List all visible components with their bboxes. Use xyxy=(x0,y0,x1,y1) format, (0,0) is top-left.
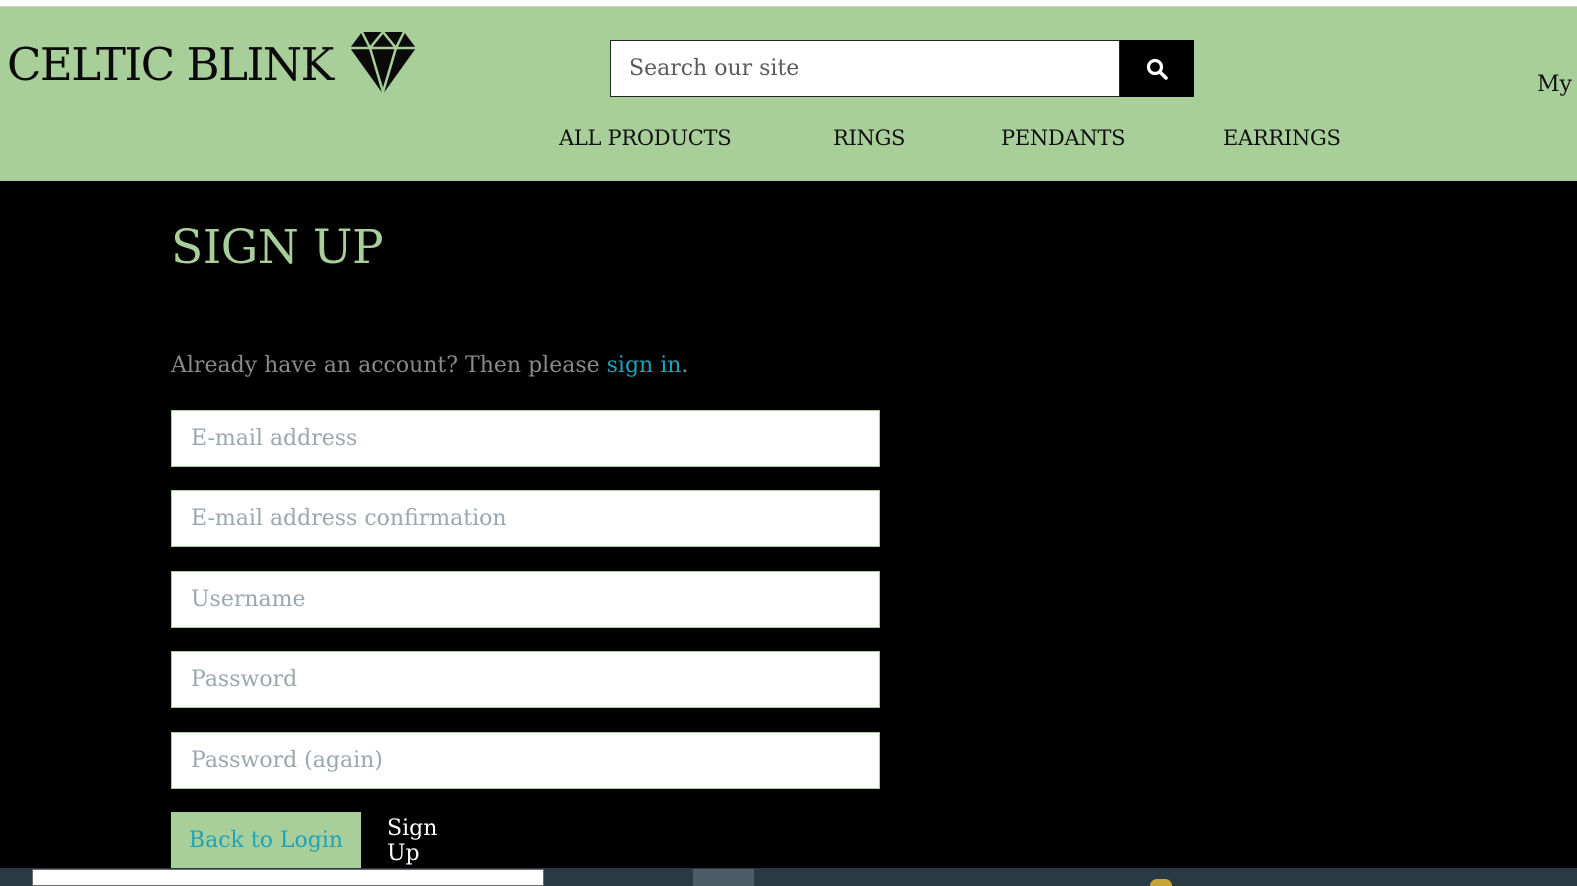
taskbar-search-box[interactable] xyxy=(32,869,544,886)
my-account-link[interactable]: My xyxy=(1537,72,1572,97)
signin-prompt: Already have an account? Then please sig… xyxy=(171,353,688,378)
password-again-field[interactable] xyxy=(171,732,880,789)
brand-logo-link[interactable]: CELTIC BLINK xyxy=(7,29,420,99)
os-taskbar xyxy=(0,868,1577,886)
browser-top-edge xyxy=(0,0,1577,7)
site-search-form xyxy=(610,40,1194,97)
nav-rings[interactable]: RINGS xyxy=(833,126,905,150)
signin-prompt-end: . xyxy=(681,353,689,378)
search-button[interactable] xyxy=(1120,40,1194,97)
username-field[interactable] xyxy=(171,571,880,628)
sign-up-button[interactable]: Sign Up xyxy=(371,812,491,869)
page-title: SIGN UP xyxy=(171,220,384,275)
site-header: CELTIC BLINK My ALL PRODUCTS RINGS PENDA… xyxy=(0,7,1577,181)
password-field[interactable] xyxy=(171,651,880,708)
search-input[interactable] xyxy=(610,40,1120,97)
sign-in-link[interactable]: sign in xyxy=(607,353,682,378)
signin-prompt-text: Already have an account? Then please xyxy=(171,353,607,378)
taskbar-app-icon[interactable] xyxy=(1150,879,1172,886)
diamond-gem-icon xyxy=(349,29,416,96)
nav-pendants[interactable]: PENDANTS xyxy=(1001,126,1126,150)
taskbar-app-tile[interactable] xyxy=(693,869,754,886)
email-field[interactable] xyxy=(171,410,880,467)
nav-all-products[interactable]: ALL PRODUCTS xyxy=(559,126,732,150)
brand-name: CELTIC BLINK xyxy=(7,37,334,91)
back-to-login-button[interactable]: Back to Login xyxy=(171,812,361,869)
search-icon xyxy=(1146,58,1168,80)
email-confirmation-field[interactable] xyxy=(171,490,880,547)
nav-earrings[interactable]: EARRINGS xyxy=(1223,126,1341,150)
